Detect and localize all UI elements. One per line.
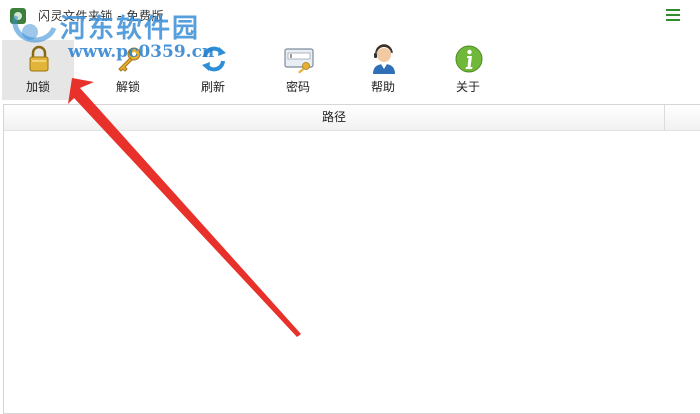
refresh-icon [202,46,226,72]
menu-button[interactable] [664,6,682,24]
password-icon [284,48,314,74]
menu-icon-line-1 [666,9,680,11]
unlock-button[interactable]: 解锁 [92,40,164,100]
lock-button-label: 加锁 [25,80,50,94]
column-header-path[interactable]: 路径 [4,105,665,130]
about-button[interactable]: 关于 [432,40,504,100]
title-bar: 闪灵文件夹锁 - 免费版 [0,0,700,30]
menu-icon-line-2 [666,14,680,16]
password-button-label: 密码 [285,80,310,94]
help-button[interactable]: 帮助 [347,40,419,100]
help-icon [373,44,395,74]
app-icon [10,8,26,24]
refresh-button-label: 刷新 [200,80,225,94]
lock-icon [29,45,49,72]
menu-icon-line-3 [666,19,680,21]
table-header: 路径 [4,105,700,131]
password-button[interactable]: 密码 [262,40,334,100]
lock-button[interactable]: 加锁 [2,40,74,100]
file-list[interactable]: 路径 [3,104,700,414]
key-icon [118,47,141,72]
info-icon [455,45,483,73]
about-button-label: 关于 [455,80,480,94]
refresh-button[interactable]: 刷新 [177,40,249,100]
window-title: 闪灵文件夹锁 - 免费版 [38,9,164,23]
unlock-button-label: 解锁 [115,80,140,94]
help-button-label: 帮助 [370,80,395,94]
toolbar: 加锁 解锁 刷新 密码 帮助 关于 [0,30,700,102]
